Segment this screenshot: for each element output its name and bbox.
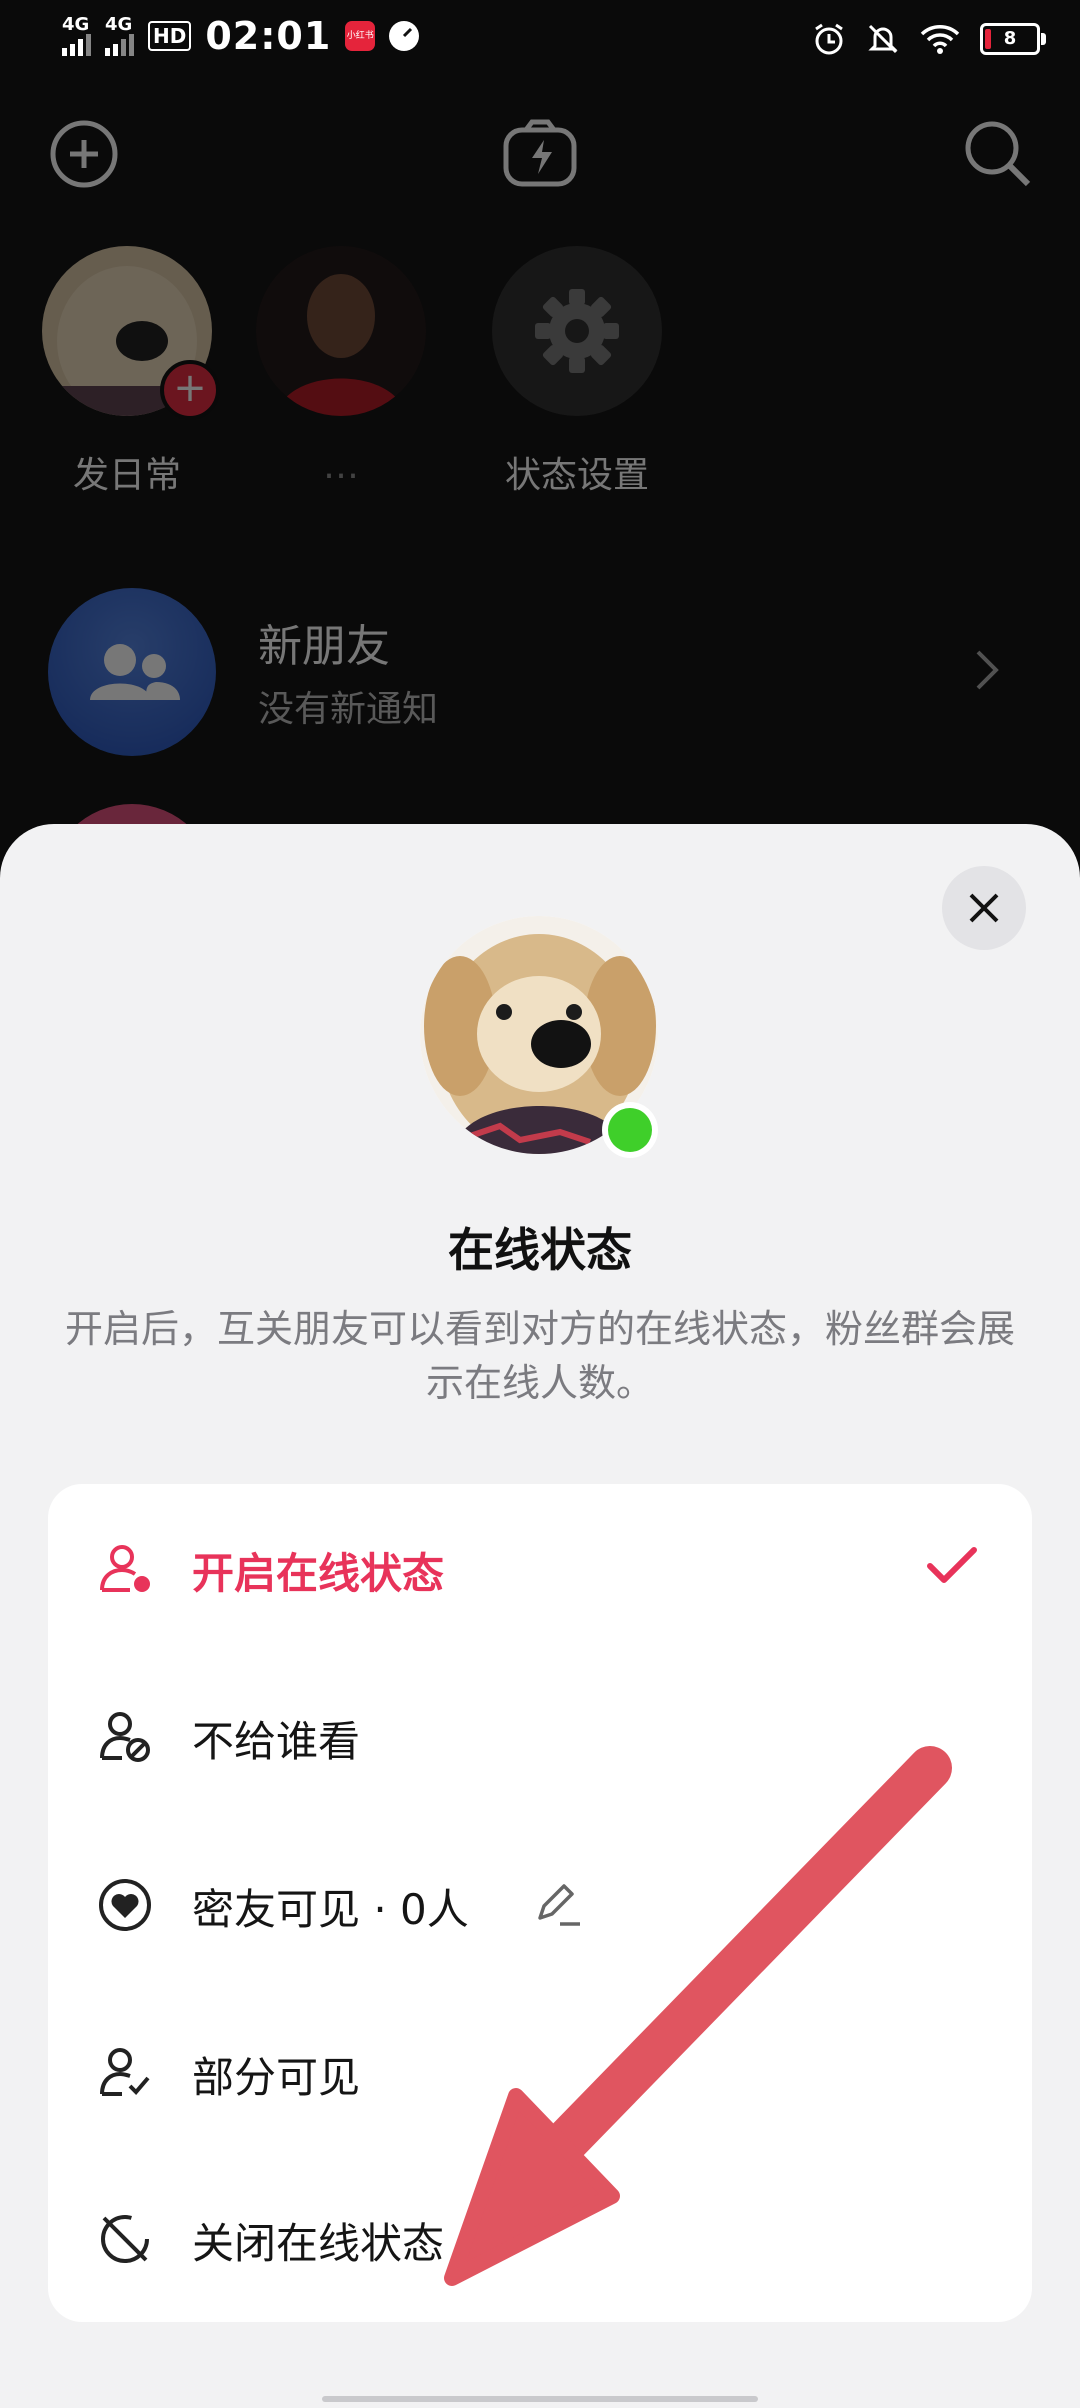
mute-icon	[868, 24, 898, 54]
online-status-sheet: 在线状态 开启后，互关朋友可以看到对方的在线状态，粉丝群会展示在线人数。 开启在…	[0, 824, 1080, 2408]
new-friends-row[interactable]: 新朋友 没有新通知	[48, 588, 1032, 758]
option-hide-from[interactable]: 不给谁看	[48, 1652, 1032, 1820]
battery-icon: 8	[980, 23, 1046, 55]
status-bar: 4G 4G HD 02:01 小红书 8	[0, 0, 1080, 84]
user-check-icon	[100, 2048, 150, 2096]
option-online-on[interactable]: 开启在线状态	[48, 1484, 1032, 1652]
chevron-right-icon	[976, 650, 999, 690]
sheet-title: 在线状态	[448, 1223, 632, 1277]
option-label: 开启在线状态	[192, 1549, 445, 1598]
friends-icon	[90, 644, 180, 700]
story-label: 状态设置	[504, 455, 649, 496]
close-button[interactable]	[942, 866, 1026, 950]
story-label: 发日常	[72, 455, 181, 496]
hd-badge: HD	[148, 21, 192, 51]
story-label: …	[323, 446, 359, 487]
option-label: 不给谁看	[192, 1717, 361, 1766]
add-story-badge[interactable]: +	[160, 360, 220, 420]
speed-notification-icon	[389, 21, 420, 51]
alarm-icon	[815, 23, 843, 55]
checkmark-icon	[927, 1547, 977, 1583]
camera-flash-icon[interactable]	[500, 112, 580, 192]
search-icon[interactable]	[962, 118, 1034, 190]
user-online-icon	[100, 1545, 150, 1592]
network-type: 4G	[62, 14, 90, 35]
option-label: 密友可见 · 0人	[192, 1885, 469, 1934]
online-indicator	[602, 1102, 658, 1158]
home-indicator[interactable]	[322, 2396, 758, 2402]
app-notification-icon: 小红书	[345, 21, 376, 51]
user-block-icon	[100, 1712, 150, 1762]
clock: 02:01	[205, 14, 332, 58]
network-type: 4G	[105, 14, 133, 35]
option-label: 部分可见	[192, 2053, 361, 2102]
friends-avatar	[48, 588, 216, 756]
new-friends-title: 新朋友	[258, 621, 390, 672]
story-avatar-friend[interactable]	[256, 246, 426, 416]
visibility-options-card: 开启在线状态 不给谁看 密友可见 · 0人 部分可见 关闭在线状态	[48, 1484, 1032, 2322]
option-close-friends[interactable]: 密友可见 · 0人	[48, 1820, 1032, 1988]
sheet-description: 开启后，互关朋友可以看到对方的在线状态，粉丝群会展示在线人数。	[64, 1307, 1015, 1405]
status-settings-button[interactable]	[492, 246, 662, 416]
add-icon[interactable]	[48, 118, 120, 190]
wifi-icon	[920, 25, 960, 54]
signal-2: 4G	[105, 16, 134, 56]
new-friends-subtitle: 没有新通知	[258, 689, 439, 730]
offline-icon	[101, 2215, 149, 2263]
edit-pencil-icon[interactable]	[532, 1878, 584, 1930]
signal-1: 4G	[62, 16, 91, 56]
option-online-off[interactable]: 关闭在线状态	[48, 2154, 1032, 2322]
option-partial-visible[interactable]: 部分可见	[48, 1988, 1032, 2156]
close-icon	[969, 893, 999, 923]
option-label: 关闭在线状态	[192, 2219, 445, 2268]
gear-icon	[535, 289, 619, 373]
heart-circle-icon	[99, 1879, 151, 1931]
